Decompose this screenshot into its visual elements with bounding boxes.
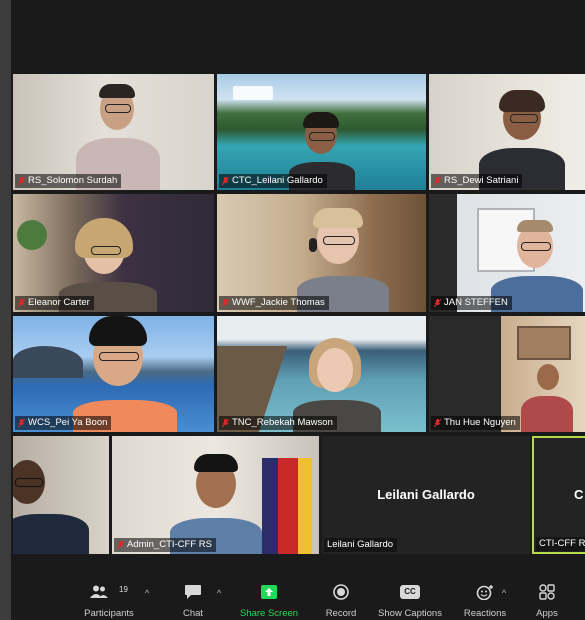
- record-button[interactable]: Record: [317, 570, 365, 620]
- participants-label: Participants: [84, 608, 134, 619]
- participant-display-name: Leilani Gallardo: [377, 487, 475, 502]
- video-tile[interactable]: JAN STEFFEN: [429, 194, 585, 312]
- record-icon: [333, 584, 349, 600]
- apps-button[interactable]: Apps: [525, 570, 569, 620]
- reactions-label: Reactions: [463, 608, 507, 619]
- participants-icon: [90, 585, 108, 598]
- chat-icon: [185, 585, 201, 599]
- video-tile[interactable]: Thu Hue Nguyen: [429, 316, 585, 432]
- chat-button[interactable]: Chat: [171, 570, 215, 620]
- participant-name-tag: Leilani Gallardo: [324, 538, 398, 552]
- share-screen-icon: [261, 585, 277, 599]
- chat-label: Chat: [182, 608, 204, 619]
- captions-icon: CC: [400, 585, 420, 599]
- video-tile[interactable]: Leilani Gallardo Leilani Gallardo: [322, 436, 530, 554]
- participant-name: RS_Solomon Surdah: [28, 175, 118, 186]
- participant-name: JAN STEFFEN: [444, 297, 508, 308]
- show-captions-label: Show Captions: [378, 608, 442, 619]
- video-tile[interactable]: TNC_Rebekah Mawson: [217, 316, 426, 432]
- participant-name: WCS_Pei Ya Boon: [28, 417, 108, 428]
- video-tile[interactable]: Eleanor Carter: [13, 194, 214, 312]
- record-label: Record: [325, 608, 357, 619]
- meeting-toolbar: 19 Participants ^ Chat ^ Share Screen Re…: [11, 570, 585, 620]
- video-tile[interactable]: RS_Solomon Surdah: [13, 74, 214, 190]
- reactions-menu-caret[interactable]: ^: [502, 588, 506, 598]
- mic-muted-icon: [18, 298, 25, 307]
- mic-muted-icon: [434, 298, 441, 307]
- mic-muted-icon: [434, 176, 441, 185]
- participant-video: [65, 316, 185, 432]
- video-tile[interactable]: RS_Dewi Satriani: [429, 74, 585, 190]
- participants-button[interactable]: 19 Participants: [77, 570, 141, 620]
- participant-name-tag: WCS_Pei Ya Boon: [15, 416, 112, 430]
- participant-name-tag: JAN STEFFEN: [431, 296, 512, 310]
- apps-icon: [539, 584, 555, 600]
- participant-name-tag: Thu Hue Nguyen: [431, 416, 520, 430]
- captions-icon-text: CC: [404, 587, 416, 596]
- participant-name: WWF_Jackie Thomas: [232, 297, 325, 308]
- mic-muted-icon: [117, 540, 124, 549]
- participants-count: 19: [119, 585, 128, 594]
- participant-display-name: C: [574, 487, 584, 502]
- participant-name: Leilani Gallardo: [327, 539, 394, 550]
- video-tile[interactable]: [13, 436, 109, 554]
- participant-video: [517, 360, 577, 432]
- participant-name-tag: CTI-CFF Re: [536, 537, 585, 551]
- participant-name-tag: CTC_Leilani Gallardo: [219, 174, 327, 188]
- reactions-icon: [476, 585, 493, 600]
- video-tile[interactable]: WWF_Jackie Thomas: [217, 194, 426, 312]
- share-screen-label: Share Screen: [239, 608, 299, 619]
- video-tile[interactable]: CTC_Leilani Gallardo: [217, 74, 426, 190]
- show-captions-button[interactable]: CC Show Captions: [373, 570, 447, 620]
- mic-muted-icon: [434, 418, 441, 427]
- participants-menu-caret[interactable]: ^: [145, 588, 149, 598]
- participant-name: CTC_Leilani Gallardo: [232, 175, 323, 186]
- mic-muted-icon: [18, 176, 25, 185]
- participant-name: TNC_Rebekah Mawson: [232, 417, 333, 428]
- participant-name-tag: WWF_Jackie Thomas: [219, 296, 329, 310]
- chat-menu-caret[interactable]: ^: [217, 588, 221, 598]
- mic-muted-icon: [222, 298, 229, 307]
- mic-muted-icon: [222, 176, 229, 185]
- apps-label: Apps: [536, 608, 558, 619]
- participant-name: RS_Dewi Satriani: [444, 175, 519, 186]
- video-tile-active-speaker[interactable]: C CTI-CFF Re: [532, 436, 585, 554]
- participant-name-tag: RS_Dewi Satriani: [431, 174, 523, 188]
- participant-name: Eleanor Carter: [28, 297, 90, 308]
- mic-muted-icon: [222, 418, 229, 427]
- participant-name-tag: RS_Solomon Surdah: [15, 174, 122, 188]
- participant-name-tag: Eleanor Carter: [15, 296, 94, 310]
- mic-muted-icon: [18, 418, 25, 427]
- participant-name-tag: TNC_Rebekah Mawson: [219, 416, 337, 430]
- participant-name-tag: Admin_CTI-CFF RS: [114, 538, 216, 552]
- video-tile[interactable]: Admin_CTI-CFF RS: [112, 436, 319, 554]
- share-screen-button[interactable]: Share Screen: [237, 570, 301, 620]
- video-tile[interactable]: WCS_Pei Ya Boon: [13, 316, 214, 432]
- window-edge: [0, 0, 11, 620]
- participant-name: Thu Hue Nguyen: [444, 417, 516, 428]
- participant-name: CTI-CFF Re: [539, 538, 585, 549]
- video-gallery: RS_Solomon Surdah CTC_Leilani Gallardo R…: [11, 0, 585, 570]
- participant-video: [13, 454, 93, 554]
- participant-name: Admin_CTI-CFF RS: [127, 539, 212, 550]
